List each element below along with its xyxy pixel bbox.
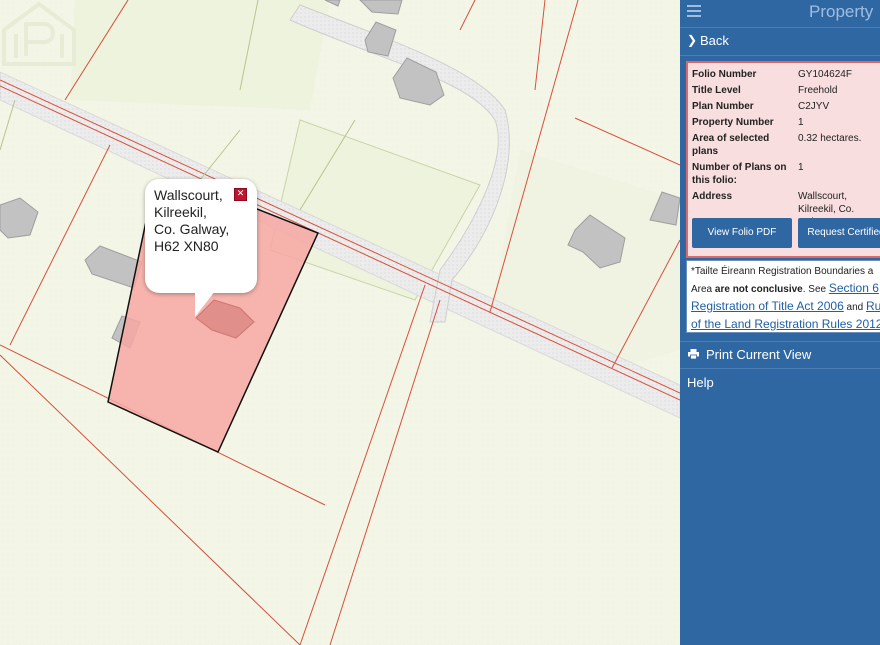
field-label: Number of Plans on this folio:	[692, 162, 787, 186]
address-popup: Wallscourt, Kilreekil, Co. Galway, H62 X…	[145, 179, 257, 317]
field-label: Plan Number	[692, 101, 754, 112]
request-certified-button[interactable]: Request Certified	[798, 218, 880, 248]
field-label: Property Number	[692, 117, 774, 128]
property-logo-icon	[2, 1, 76, 66]
notice-text: and	[843, 302, 867, 313]
panel-header: Property	[680, 0, 880, 25]
side-panel: Property ❯ Back Folio Number GY104624F T…	[680, 0, 880, 645]
notice-text: Area	[691, 284, 715, 295]
popup-line: Kilreekil,	[154, 204, 207, 220]
field-label: Folio Number	[692, 69, 757, 80]
back-button[interactable]: ❯ Back	[680, 27, 880, 56]
field-value: 1	[798, 162, 804, 173]
print-current-view-button[interactable]: Print Current View	[680, 341, 880, 369]
view-folio-pdf-button[interactable]: View Folio PDF	[692, 218, 792, 248]
field-value: GY104624F	[798, 69, 852, 80]
rules-link[interactable]: Ru	[866, 299, 880, 313]
field-label: Area of selected plans	[692, 133, 770, 157]
map-view[interactable]: Wallscourt, Kilreekil, Co. Galway, H62 X…	[0, 0, 680, 645]
notice-emphasis: are not conclusive	[714, 284, 803, 295]
print-label: Print Current View	[706, 347, 812, 362]
field-value: Freehold	[798, 85, 838, 96]
notice-line-4: of the Land Registration Rules 2012	[691, 316, 880, 334]
notice-line-2: Area are not conclusive. See Section 6	[691, 280, 880, 298]
chevron-right-icon: ❯	[687, 33, 698, 47]
field-label: Title Level	[692, 85, 741, 96]
field-value: 0.32 hectares.	[798, 133, 862, 144]
notice-line-3: Registration of Title Act 2006 and Ru	[691, 298, 880, 316]
popup-line: H62 XN80	[154, 238, 219, 254]
field-value: C2JYV	[798, 101, 830, 112]
popup-address: Wallscourt, Kilreekil, Co. Galway, H62 X…	[154, 187, 229, 255]
print-icon	[688, 349, 699, 359]
notice-text: . See	[802, 284, 829, 295]
hamburger-icon[interactable]	[687, 5, 701, 19]
popup-tail	[195, 291, 215, 317]
back-label: Back	[700, 33, 729, 48]
notice-line-1: *Tailte Éireann Registration Boundaries …	[691, 263, 880, 280]
help-link[interactable]: Help	[687, 375, 714, 390]
map-canvas[interactable]	[0, 0, 680, 645]
notice-text: *Tailte Éireann Registration Boundaries …	[691, 266, 874, 277]
close-icon[interactable]: ✕	[234, 188, 247, 201]
registration-act-link[interactable]: Registration of Title Act 2006	[691, 299, 844, 313]
folio-details-card: Folio Number GY104624F Title Level Freeh…	[686, 61, 880, 258]
boundary-notice: *Tailte Éireann Registration Boundaries …	[686, 260, 880, 333]
field-label: Address	[692, 191, 733, 202]
land-registration-rules-link[interactable]: of the Land Registration Rules 2012	[691, 317, 880, 331]
panel-title: Property	[809, 2, 874, 21]
popup-line: Co. Galway,	[154, 221, 230, 237]
field-value: 1	[798, 117, 804, 128]
section-6-link[interactable]: Section 6	[829, 281, 879, 295]
popup-line: Wallscourt,	[154, 187, 223, 203]
